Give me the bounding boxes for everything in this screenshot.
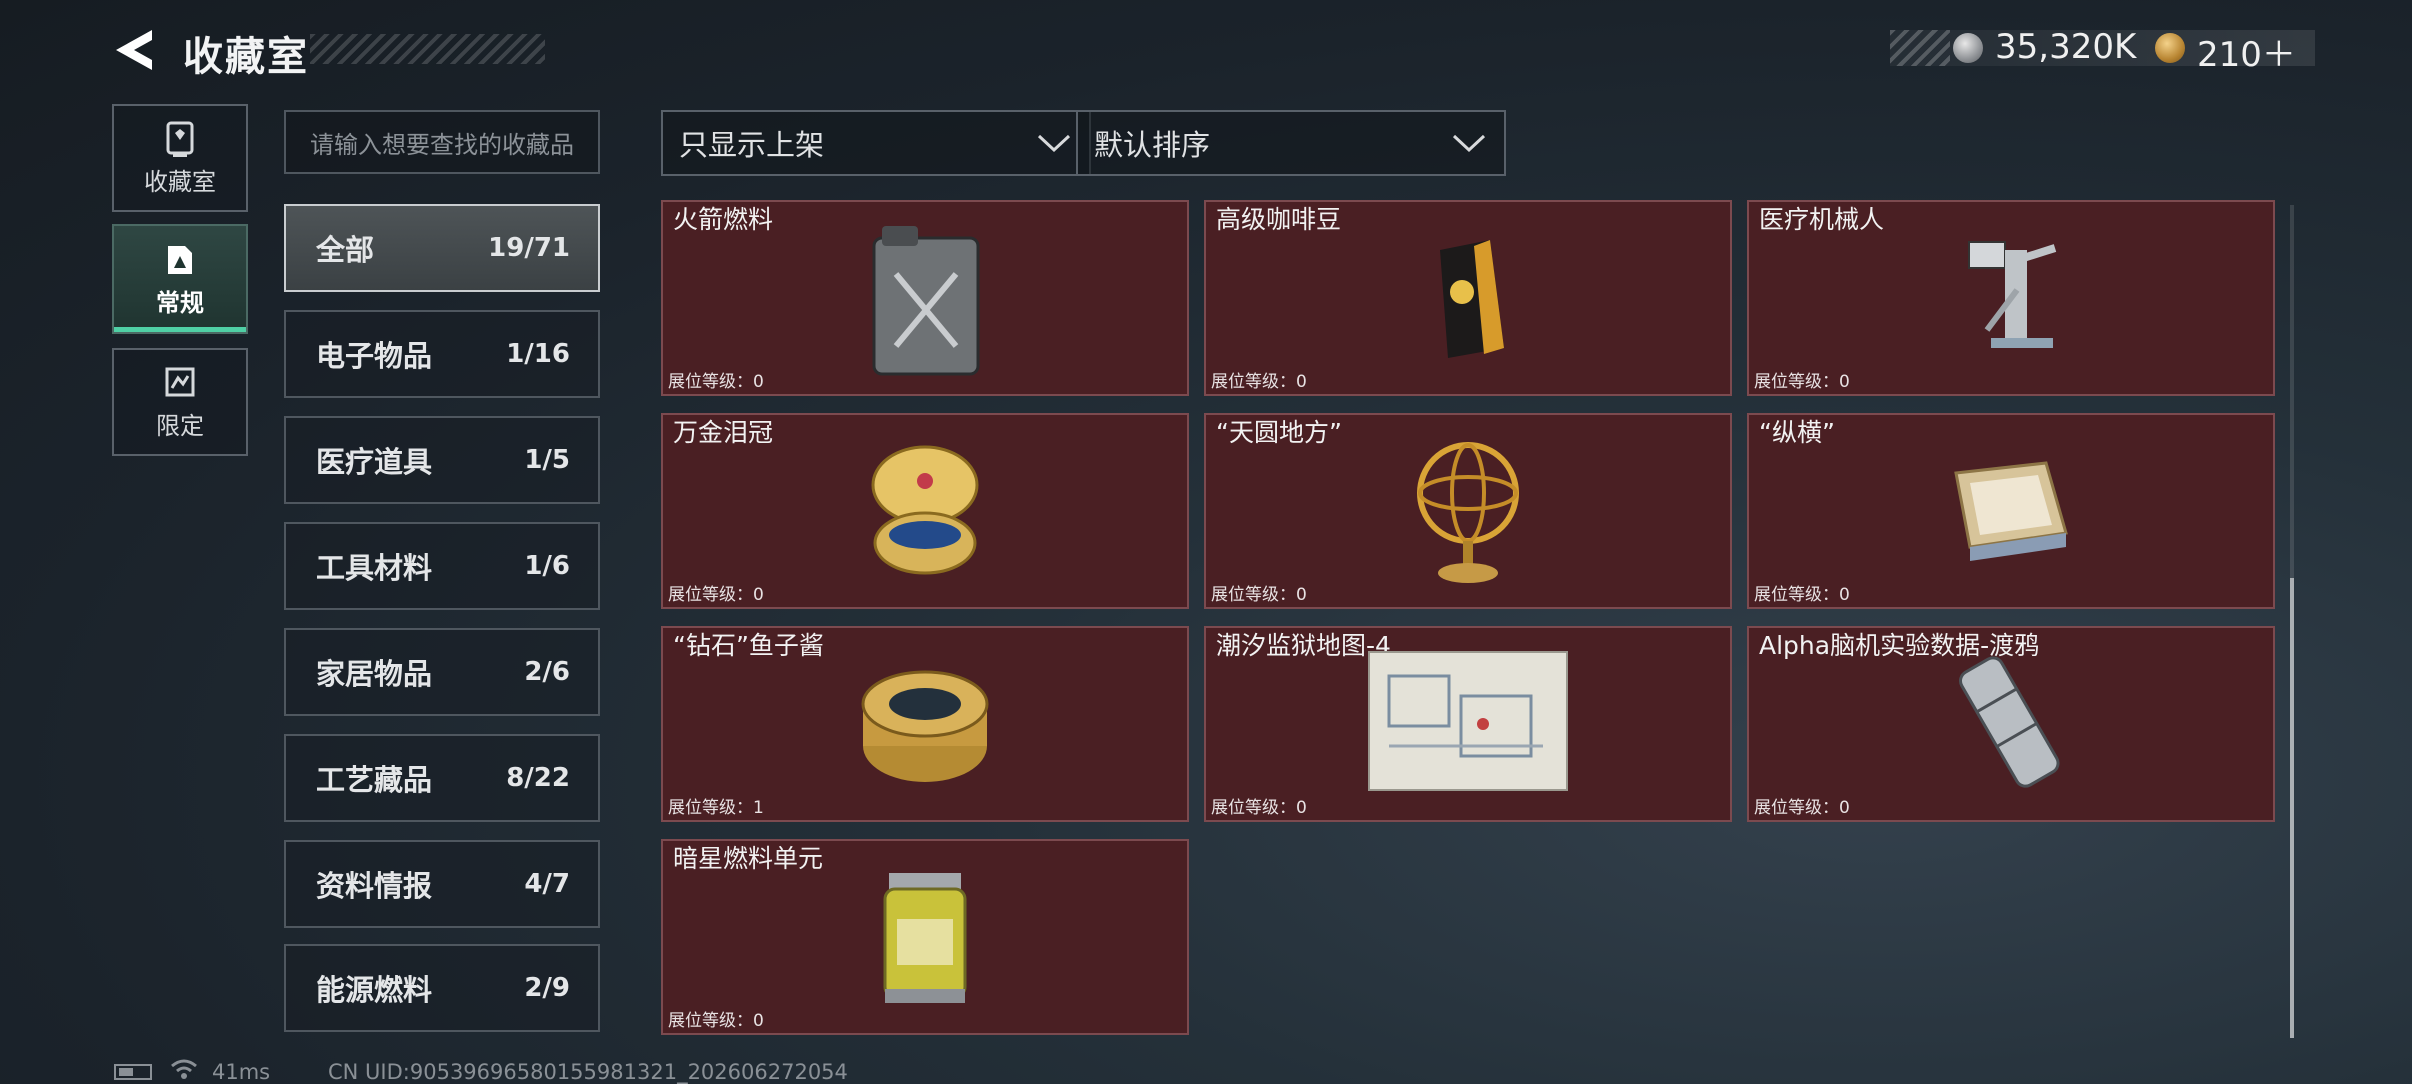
item-level: 展位等级：0 bbox=[1754, 585, 1850, 605]
item-name: “天圆地方” bbox=[1216, 418, 1342, 447]
item-name: “纵横” bbox=[1759, 418, 1835, 447]
currency-decoration bbox=[1890, 30, 1950, 66]
collection-icon bbox=[166, 121, 194, 157]
item-card-jeweled-egg[interactable]: 万金泪冠 展位等级：0 bbox=[661, 413, 1189, 609]
back-arrow-icon[interactable] bbox=[112, 28, 156, 72]
currency-primary-value: 35,320K bbox=[1995, 27, 2137, 67]
category-count: 2/6 bbox=[524, 657, 570, 687]
category-household[interactable]: 家居物品 2/6 bbox=[284, 628, 600, 716]
category-count: 2/9 bbox=[524, 973, 570, 1003]
chessboard-icon bbox=[1954, 461, 2068, 561]
item-level: 展位等级：0 bbox=[1211, 372, 1307, 392]
uid-text: CN UID:9053969658015598132​1_20260627205… bbox=[328, 1060, 848, 1084]
caviar-tin-icon bbox=[861, 670, 989, 782]
category-tools[interactable]: 工具材料 1/6 bbox=[284, 522, 600, 610]
item-level: 展位等级：0 bbox=[668, 585, 764, 605]
scrollbar-thumb[interactable] bbox=[2290, 578, 2294, 1038]
silver-coin-icon bbox=[1953, 33, 1983, 63]
item-name: “钻石”鱼子酱 bbox=[673, 631, 824, 660]
category-count: 1/6 bbox=[524, 551, 570, 581]
category-name: 工艺藏品 bbox=[316, 763, 433, 797]
category-name: 医疗道具 bbox=[316, 445, 433, 479]
category-crafts[interactable]: 工艺藏品 8/22 bbox=[284, 734, 600, 822]
category-count: 1/16 bbox=[506, 339, 570, 369]
item-card-chess-box[interactable]: “纵横” 展位等级：0 bbox=[1747, 413, 2275, 609]
chevron-down-icon bbox=[1037, 134, 1071, 153]
item-card-alpha-data[interactable]: Alpha脑机实验数据-渡鸦 展位等级：0 bbox=[1747, 626, 2275, 822]
nav-label: 收藏室 bbox=[144, 167, 216, 196]
battery-icon bbox=[114, 1064, 152, 1080]
item-card-medical-robot[interactable]: 医疗机械人 展位等级：0 bbox=[1747, 200, 2275, 396]
item-level: 展位等级：0 bbox=[1754, 372, 1850, 392]
item-card-prison-map[interactable]: 潮汐监狱地图-4 展位等级：0 bbox=[1204, 626, 1732, 822]
coffee-bag-icon bbox=[1440, 240, 1504, 358]
item-level: 展位等级：0 bbox=[1211, 585, 1307, 605]
item-name: 高级咖啡豆 bbox=[1216, 205, 1342, 234]
item-name: 万金泪冠 bbox=[673, 418, 774, 447]
category-all[interactable]: 全部 19/71 bbox=[284, 204, 600, 292]
nav-item-regular[interactable]: 常规 bbox=[112, 224, 248, 334]
item-card-darkstar-fuel[interactable]: 暗星燃料单元 展位等级：0 bbox=[661, 839, 1189, 1035]
category-name: 资料情报 bbox=[316, 869, 433, 903]
selected-indicator bbox=[114, 327, 246, 332]
search-input[interactable]: 请输入想要查找的收藏品 bbox=[284, 110, 600, 174]
robot-icon bbox=[1968, 241, 2057, 348]
page-title: 收藏室 bbox=[183, 34, 309, 80]
item-card-rocket-fuel[interactable]: 火箭燃料 展位等级：0 bbox=[661, 200, 1189, 396]
item-name: 暗星燃料单元 bbox=[673, 844, 824, 873]
nav-item-limited[interactable]: 限定 bbox=[112, 348, 248, 456]
category-name: 工具材料 bbox=[316, 551, 433, 585]
category-fuel[interactable]: 能源燃料 2/9 bbox=[284, 944, 600, 1032]
category-count: 8/22 bbox=[506, 763, 570, 793]
armillary-sphere-icon bbox=[1417, 442, 1519, 583]
category-electronics[interactable]: 电子物品 1/16 bbox=[284, 310, 600, 398]
category-name: 全部 bbox=[316, 233, 375, 267]
regular-icon bbox=[168, 245, 192, 274]
category-name: 家居物品 bbox=[316, 657, 433, 691]
currency-secondary-value[interactable]: 210＋ bbox=[2197, 27, 2296, 76]
sort-order-dropdown[interactable]: 默认排序 bbox=[1076, 110, 1506, 176]
chevron-down-icon bbox=[1452, 134, 1486, 153]
category-name: 电子物品 bbox=[316, 339, 433, 373]
data-drive-icon bbox=[1959, 656, 2060, 788]
item-name: 医疗机械人 bbox=[1759, 205, 1885, 234]
item-card-caviar[interactable]: “钻石”鱼子酱 展位等级：1 bbox=[661, 626, 1189, 822]
item-card-coffee-beans[interactable]: 高级咖啡豆 展位等级：0 bbox=[1204, 200, 1732, 396]
item-level: 展位等级：0 bbox=[1754, 798, 1850, 818]
wifi-icon bbox=[171, 1059, 197, 1079]
nav-label: 常规 bbox=[156, 288, 204, 317]
nav-label: 限定 bbox=[156, 411, 204, 440]
item-card-armillary-sphere[interactable]: “天圆地方” 展位等级：0 bbox=[1204, 413, 1732, 609]
limited-icon bbox=[165, 367, 195, 396]
dropdown-value: 只显示上架 bbox=[679, 128, 825, 162]
fuel-cell-icon bbox=[883, 873, 967, 1003]
gold-coin-icon bbox=[2155, 33, 2185, 63]
title-decoration bbox=[310, 34, 545, 64]
category-count: 4/7 bbox=[524, 869, 570, 899]
category-name: 能源燃料 bbox=[316, 973, 433, 1007]
nav-item-collection[interactable]: 收藏室 bbox=[112, 104, 248, 212]
category-count: 19/71 bbox=[488, 233, 570, 263]
category-medical[interactable]: 医疗道具 1/5 bbox=[284, 416, 600, 504]
jerrycan-icon bbox=[872, 226, 980, 376]
item-level: 展位等级：0 bbox=[1211, 798, 1307, 818]
category-count: 1/5 bbox=[524, 445, 570, 475]
display-filter-dropdown[interactable]: 只显示上架 bbox=[661, 110, 1091, 176]
dropdown-value: 默认排序 bbox=[1094, 128, 1211, 162]
item-level: 展位等级：1 bbox=[668, 798, 764, 818]
item-level: 展位等级：0 bbox=[668, 1011, 764, 1031]
ping-value: 41ms bbox=[212, 1060, 271, 1084]
category-intel[interactable]: 资料情报 4/7 bbox=[284, 840, 600, 928]
item-level: 展位等级：0 bbox=[668, 372, 764, 392]
map-icon bbox=[1368, 651, 1568, 791]
item-name: 火箭燃料 bbox=[673, 205, 774, 234]
jeweled-egg-icon bbox=[871, 445, 979, 575]
